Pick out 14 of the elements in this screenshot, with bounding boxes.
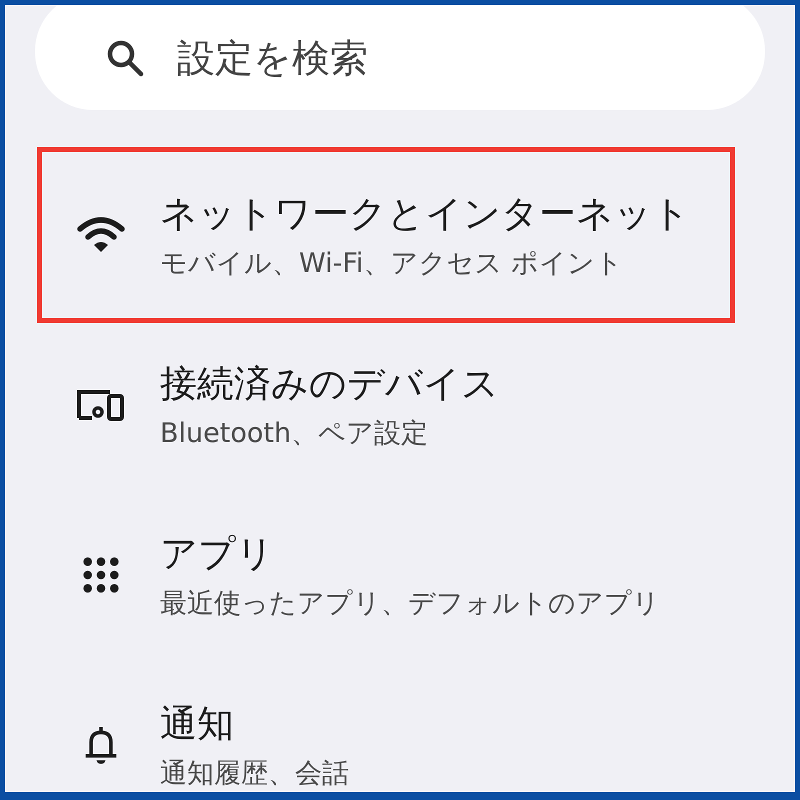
item-subtitle: 最近使ったアプリ、デフォルトのアプリ (160, 587, 660, 621)
item-title: 通知 (160, 701, 235, 747)
item-subtitle: Bluetooth、ペア設定 (160, 417, 430, 451)
item-title: 接続済みのデバイス (160, 361, 499, 407)
wifi-icon (77, 217, 125, 253)
item-title: アプリ (160, 531, 275, 577)
devices-icon (76, 388, 126, 422)
item-title: ネットワークとインターネット (160, 191, 690, 237)
item-subtitle: 通知履歴、会話 (160, 757, 349, 791)
bell-icon (83, 724, 119, 766)
item-subtitle: モバイル、Wi-Fi、アクセス ポイント (160, 247, 624, 281)
search-field[interactable]: 設定を検索 (35, 5, 765, 110)
highlighted-settings-item[interactable]: ネットワークとインターネット モバイル、Wi-Fi、アクセス ポイント (37, 147, 735, 323)
apps-grid-icon (82, 556, 120, 594)
